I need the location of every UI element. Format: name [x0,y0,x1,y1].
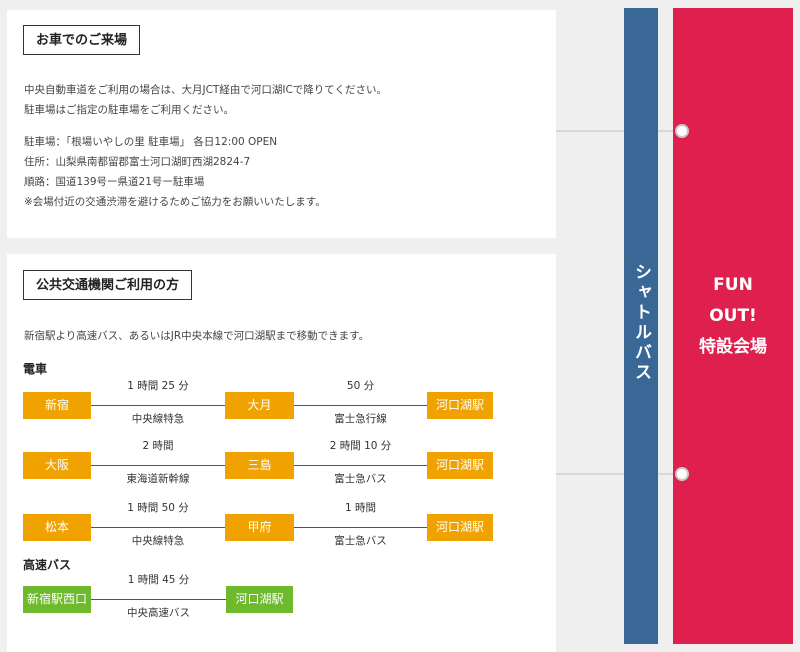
line-name: 中央線特急 [131,413,185,425]
route-line [294,405,427,406]
station-destination: 河口湖駅 [427,514,493,541]
station-destination: 河口湖駅 [427,392,493,419]
travel-time: 1 時間 50 分 [127,502,189,514]
station-destination: 河口湖駅 [427,452,493,479]
parking-name: 駐車場：「根場いやしの里 駐車場」 各日12:00 OPEN [24,136,278,148]
shuttle-bus-label: シャトルバス [631,263,651,383]
travel-time: 1 時間 [344,502,377,514]
car-text-line: 中央自動車道をご利用の場合は、大月JCT経由で河口湖ICで降りてください。 [24,84,387,96]
parking-route: 順路：国道139号ー県道21号ー駐車場 [24,176,205,188]
shuttle-bus-bar: シャトルバス [624,8,658,644]
route-line [91,527,225,528]
venue-label-line: 特設会場 [699,337,767,357]
connector-dot [675,467,689,481]
train-route-matsumoto: 松本 1 時間 50 分 中央線特急 甲府 1 時間 富士急バス 河口湖駅 [23,500,493,560]
station-start: 大阪 [23,452,91,479]
route-line [294,465,427,466]
connector-line [556,473,683,475]
station-transfer: 三島 [225,452,294,479]
venue-bar: FUN OUT! 特設会場 [673,8,793,644]
travel-time: 2 時間 [142,440,174,452]
line-name: 東海道新幹線 [126,473,190,485]
venue-label: FUN OUT! 特設会場 [673,270,793,363]
route-line [91,465,225,466]
train-route-osaka: 大阪 2 時間 東海道新幹線 三島 2 時間 10 分 富士急バス 河口湖駅 [23,438,493,498]
public-transit-card: 公共交通機関ご利用の方 新宿駅より高速バス、あるいはJR中央本線で河口湖駅まで移… [7,254,556,652]
route-line [294,527,427,528]
line-name: 富士急バス [334,535,387,547]
route-line [91,599,226,600]
station-start: 松本 [23,514,91,541]
line-name: 富士急行線 [334,413,387,425]
car-access-card: お車でのご来場 中央自動車道をご利用の場合は、大月JCT経由で河口湖ICで降りて… [7,10,556,238]
transit-intro: 新宿駅より高速バス、あるいはJR中央本線で河口湖駅まで移動できます。 [24,330,370,342]
travel-time: 50 分 [346,380,375,392]
venue-label-line: FUN [713,275,753,295]
station-destination: 河口湖駅 [226,586,293,613]
line-name: 中央高速バス [127,607,190,619]
connector-dot [675,124,689,138]
train-route-shinjuku: 新宿 1 時間 25 分 中央線特急 大月 50 分 富士急行線 河口湖駅 [23,378,493,438]
public-transit-title: 公共交通機関ご利用の方 [23,270,193,300]
train-heading: 電車 [23,362,48,376]
car-text-line: 駐車場はご指定の駐車場をご利用ください。 [24,104,234,116]
travel-time: 1 時間 25 分 [127,380,189,392]
bus-heading: 高速バス [23,558,72,572]
station-start: 新宿駅西口 [23,586,91,613]
parking-address: 住所：山梨県南都留郡富士河口湖町西湖2824-7 [24,156,251,168]
travel-time: 1 時間 45 分 [127,574,190,586]
route-line [91,405,225,406]
bus-route-shinjuku: 新宿駅西口 1 時間 45 分 中央高速バス 河口湖駅 [23,572,493,632]
car-access-title: お車でのご来場 [23,25,141,55]
connector-line [556,130,683,132]
traffic-note: ※会場付近の交通渋滞を避けるためご協力をお願いいたします。 [24,196,326,208]
venue-label-line: OUT! [709,306,757,326]
line-name: 富士急バス [334,473,387,485]
station-transfer: 大月 [225,392,294,419]
station-transfer: 甲府 [225,514,294,541]
station-start: 新宿 [23,392,91,419]
line-name: 中央線特急 [131,535,185,547]
travel-time: 2 時間 10 分 [329,440,392,452]
